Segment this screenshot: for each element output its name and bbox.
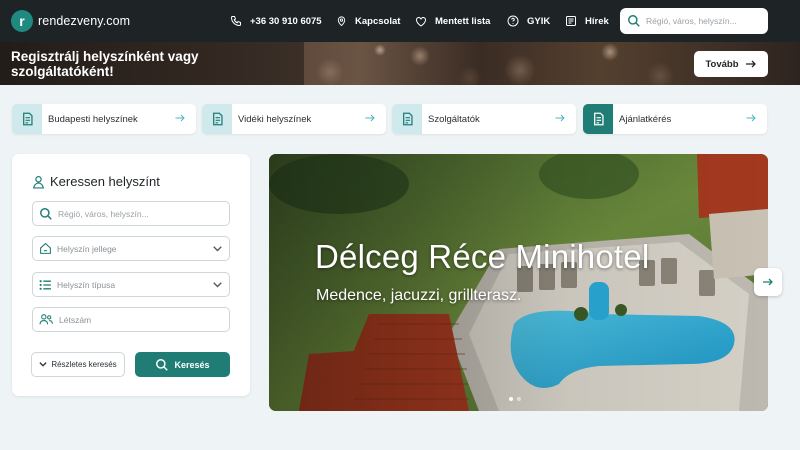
hero-carousel: Délceg Réce Minihotel Medence, jacuzzi, … xyxy=(269,154,768,411)
category-label: Ajánlatkérés xyxy=(619,113,672,125)
search-button-label: Keresés xyxy=(174,359,210,370)
search-icon xyxy=(40,207,52,220)
nav-saved-list[interactable]: Mentett lista xyxy=(415,0,490,42)
arrow-right-icon xyxy=(745,60,756,68)
panel-title: Keressen helyszínt xyxy=(32,174,160,189)
category-icon-box xyxy=(12,104,42,134)
chevron-down-icon xyxy=(39,362,47,367)
carousel-dot[interactable] xyxy=(517,397,521,401)
category-budapest-venues[interactable]: Budapesti helyszínek xyxy=(12,104,196,134)
venue-type-label: Helyszín típusa xyxy=(57,279,116,290)
hero-image xyxy=(269,154,768,411)
document-icon xyxy=(22,112,33,126)
chevron-down-icon xyxy=(213,246,222,252)
banner-continue-button[interactable]: Tovább xyxy=(694,51,768,77)
headcount-label: Létszám xyxy=(59,314,92,325)
search-icon xyxy=(628,15,640,27)
hero-title: Délceg Réce Minihotel xyxy=(315,238,650,275)
category-icon-box xyxy=(583,104,613,134)
hero-subtitle: Medence, jacuzzi, grillterasz. xyxy=(316,287,522,304)
carousel-next-button[interactable] xyxy=(754,268,782,296)
document-icon xyxy=(593,112,604,126)
venue-character-select[interactable]: Helyszín jellege xyxy=(32,236,230,261)
house-icon xyxy=(40,242,51,254)
venue-search-panel: Keressen helyszínt Helyszín jellege Hely… xyxy=(12,154,250,396)
category-label: Szolgáltatók xyxy=(428,113,480,125)
logo-text: rendezveny.com xyxy=(38,14,131,28)
top-navbar: r rendezveny.com +36 30 910 6075 Kapcsol… xyxy=(0,0,800,42)
nav-phone-label: +36 30 910 6075 xyxy=(250,15,322,27)
nav-contact-label: Kapcsolat xyxy=(355,15,401,27)
carousel-dot[interactable] xyxy=(509,397,513,401)
category-quote-request[interactable]: Ajánlatkérés xyxy=(583,104,767,134)
arrow-right-icon xyxy=(175,114,185,122)
users-icon xyxy=(39,314,53,325)
search-button[interactable]: Keresés xyxy=(135,352,230,377)
nav-phone[interactable]: +36 30 910 6075 xyxy=(230,0,322,42)
search-icon xyxy=(156,358,169,371)
category-label: Vidéki helyszínek xyxy=(238,113,312,125)
venue-type-select[interactable]: Helyszín típusa xyxy=(32,272,230,297)
carousel-dots xyxy=(509,397,521,401)
nav-news[interactable]: Hírek xyxy=(565,0,609,42)
nav-contact[interactable]: Kapcsolat xyxy=(336,0,400,42)
category-label: Budapesti helyszínek xyxy=(48,113,138,125)
newspaper-icon xyxy=(566,16,576,26)
region-field[interactable] xyxy=(32,201,230,226)
nav-news-label: Hírek xyxy=(585,15,609,27)
category-countryside-venues[interactable]: Vidéki helyszínek xyxy=(202,104,386,134)
nav-saved-label: Mentett lista xyxy=(435,15,491,27)
nav-search-input[interactable] xyxy=(646,16,764,26)
banner-text: Regisztrálj helyszínként vagy szolgáltat… xyxy=(0,42,304,85)
user-location-icon xyxy=(32,175,45,189)
chevron-down-icon xyxy=(213,282,222,288)
detailed-search-button[interactable]: Részletes keresés xyxy=(31,352,125,377)
arrow-right-icon xyxy=(746,114,756,122)
document-icon xyxy=(212,112,223,126)
detailed-search-label: Részletes keresés xyxy=(51,360,117,369)
list-icon xyxy=(39,279,51,290)
help-circle-icon xyxy=(507,15,519,27)
nav-faq[interactable]: GYIK xyxy=(507,0,550,42)
heart-icon xyxy=(416,16,426,27)
registration-banner: Regisztrálj helyszínként vagy szolgáltat… xyxy=(0,42,800,85)
logo-mark: r xyxy=(11,10,33,32)
arrow-right-icon xyxy=(763,278,773,286)
panel-title-text: Keressen helyszínt xyxy=(50,174,160,189)
map-pin-icon xyxy=(337,16,346,27)
nav-search-box[interactable] xyxy=(620,8,768,34)
category-icon-box xyxy=(392,104,422,134)
arrow-right-icon xyxy=(365,114,375,122)
document-icon xyxy=(402,112,413,126)
banner-button-label: Tovább xyxy=(705,58,739,70)
arrow-right-icon xyxy=(555,114,565,122)
logo[interactable]: r rendezveny.com xyxy=(11,10,130,32)
venue-character-label: Helyszín jellege xyxy=(57,243,117,254)
region-input[interactable] xyxy=(58,208,218,219)
headcount-field[interactable]: Létszám xyxy=(32,307,230,332)
phone-icon xyxy=(230,16,241,27)
nav-faq-label: GYIK xyxy=(527,15,551,27)
category-service-providers[interactable]: Szolgáltatók xyxy=(392,104,576,134)
category-icon-box xyxy=(202,104,232,134)
